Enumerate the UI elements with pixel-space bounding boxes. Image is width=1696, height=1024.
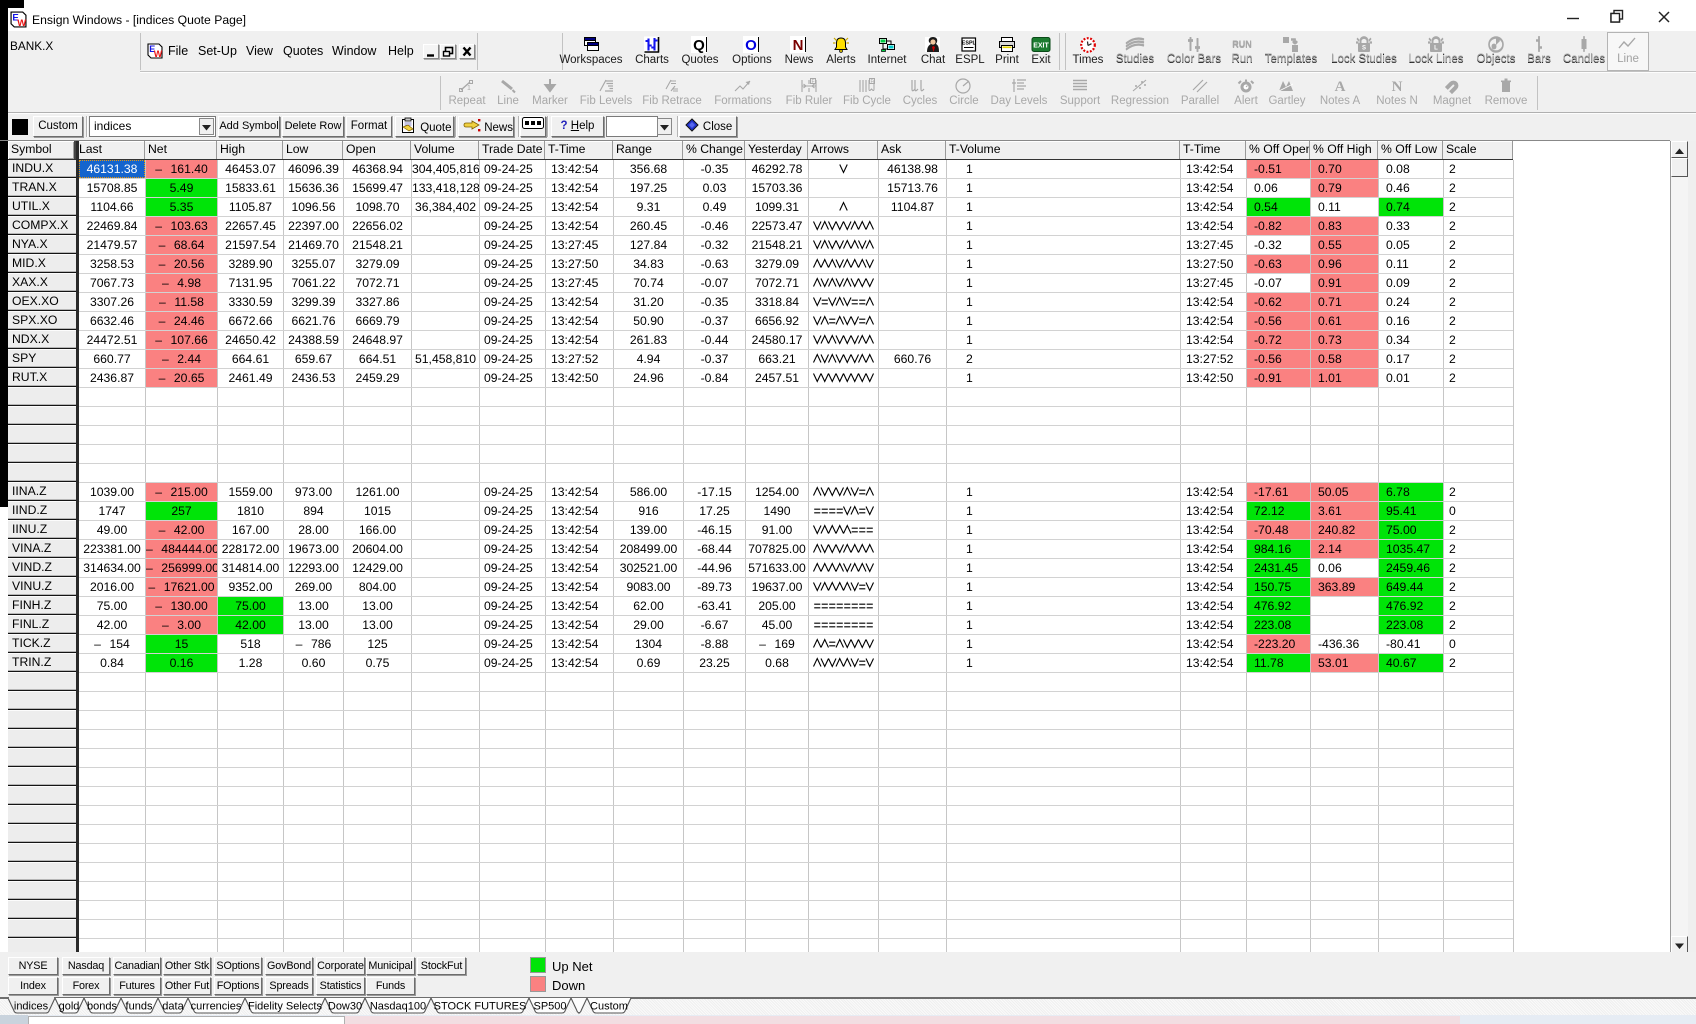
svg-text:W: W: [17, 18, 26, 28]
svg-text:Nasdaq100: Nasdaq100: [370, 1001, 426, 1013]
svg-text:Dow30: Dow30: [328, 1001, 362, 1013]
svg-text:Custom: Custom: [590, 1001, 628, 1013]
svg-text:STOCK FUTURES: STOCK FUTURES: [434, 1001, 527, 1013]
svg-text:F: F: [811, 79, 814, 85]
svg-text:L: L: [1434, 46, 1438, 52]
svg-text:data: data: [162, 1001, 184, 1013]
svg-text:O: O: [745, 37, 757, 54]
svg-text:bonds: bonds: [87, 1001, 117, 1013]
svg-text:N: N: [793, 37, 804, 54]
svg-text:gold: gold: [59, 1001, 80, 1013]
svg-text:EXIT: EXIT: [1033, 43, 1049, 50]
svg-text:Fidelity Selects: Fidelity Selects: [248, 1001, 322, 1013]
svg-text:indices: indices: [14, 1001, 49, 1013]
svg-text:Q: Q: [693, 37, 705, 54]
svg-text:W: W: [154, 49, 163, 59]
svg-text:S: S: [1362, 46, 1366, 52]
svg-text:F: F: [870, 79, 873, 85]
svg-text:SP500: SP500: [533, 1001, 566, 1013]
svg-text:N: N: [1392, 79, 1403, 95]
svg-text:currencies: currencies: [191, 1001, 242, 1013]
svg-text:A: A: [1335, 79, 1346, 95]
svg-text:funds: funds: [126, 1001, 153, 1013]
